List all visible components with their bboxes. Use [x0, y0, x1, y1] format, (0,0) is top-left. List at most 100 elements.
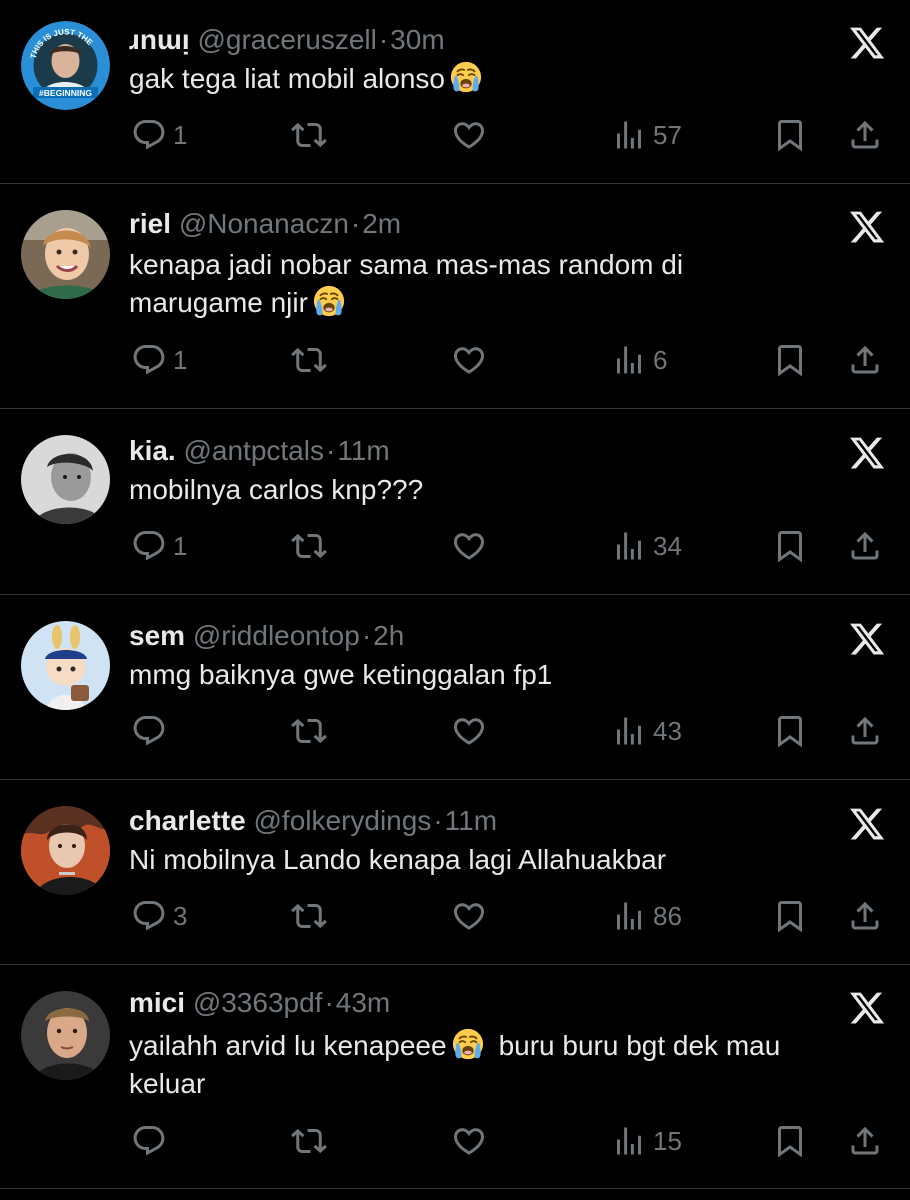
- tweet-header: charlette @folkerydings·11m: [129, 803, 830, 839]
- tweet-text-line-1b: buru buru bgt dek mau: [498, 1030, 781, 1061]
- avatar[interactable]: [21, 806, 110, 895]
- retweet-button[interactable]: [291, 115, 327, 155]
- display-name[interactable]: sem: [129, 620, 185, 651]
- user-handle[interactable]: @graceruszell: [197, 24, 376, 55]
- share-button[interactable]: [847, 115, 883, 155]
- tweet-item[interactable]: charlette @folkerydings·11m Ni mobilnya …: [0, 780, 910, 965]
- share-icon: [847, 342, 883, 378]
- share-icon: [847, 713, 883, 749]
- tweet-header: sem @riddleontop·2h: [129, 618, 830, 654]
- avatar[interactable]: [21, 435, 110, 524]
- user-handle[interactable]: @3363pdf: [193, 987, 323, 1018]
- timestamp[interactable]: 11m: [337, 435, 389, 466]
- user-handle[interactable]: @riddleontop: [193, 620, 360, 651]
- retweet-icon: [291, 898, 327, 934]
- share-button[interactable]: [847, 526, 883, 566]
- bookmark-button[interactable]: [772, 1121, 808, 1161]
- tweet-item[interactable]: riel @Nonanaczn·2m kenapa jadi nobar sam…: [0, 184, 910, 409]
- tweet-text: yailahh arvid lu kenapeee buru buru bgt d…: [129, 1027, 869, 1103]
- tweet-text: mobilnya carlos knp???: [129, 471, 869, 509]
- reply-count: 1: [173, 345, 188, 375]
- share-button[interactable]: [847, 1121, 883, 1161]
- share-button[interactable]: [847, 340, 883, 380]
- reply-button[interactable]: 1: [131, 115, 187, 155]
- views-button[interactable]: 86: [611, 896, 682, 936]
- avatar[interactable]: [21, 621, 110, 710]
- like-button[interactable]: [451, 526, 487, 566]
- like-icon: [451, 117, 487, 153]
- views-button[interactable]: 15: [611, 1121, 682, 1161]
- avatar[interactable]: THIS IS JUST THE #BEGINNING: [21, 21, 110, 110]
- like-button[interactable]: [451, 340, 487, 380]
- tweet-item[interactable]: sem @riddleontop·2h mmg baiknya gwe keti…: [0, 595, 910, 780]
- bookmark-icon: [772, 117, 808, 153]
- reply-count: 1: [173, 120, 188, 150]
- reply-button[interactable]: 3: [131, 896, 187, 936]
- views-button[interactable]: 6: [611, 340, 667, 380]
- x-logo-icon: [848, 434, 886, 472]
- user-handle[interactable]: @antpctals: [183, 435, 324, 466]
- share-icon: [847, 117, 883, 153]
- like-button[interactable]: [451, 1121, 487, 1161]
- timestamp[interactable]: 11m: [445, 805, 497, 836]
- display-name[interactable]: riel: [129, 208, 171, 239]
- reply-button[interactable]: [131, 711, 173, 751]
- bookmark-button[interactable]: [772, 115, 808, 155]
- tweet-item[interactable]: kia. @antpctals·11m mobilnya carlos knp?…: [0, 409, 910, 595]
- bookmark-button[interactable]: [772, 340, 808, 380]
- user-handle[interactable]: @folkerydings: [254, 805, 432, 836]
- avatar[interactable]: [21, 210, 110, 299]
- avatar[interactable]: [21, 991, 110, 1080]
- separator-dot: ·: [350, 208, 361, 239]
- share-button[interactable]: [847, 896, 883, 936]
- display-name[interactable]: ɹnɯᴉ: [129, 24, 190, 55]
- timestamp[interactable]: 30m: [390, 24, 444, 55]
- tweet-text-line-2: marugame njir: [129, 287, 308, 318]
- separator-dot: ·: [325, 435, 336, 466]
- views-icon: [611, 342, 647, 378]
- retweet-icon: [291, 528, 327, 564]
- share-icon: [847, 1123, 883, 1159]
- timestamp[interactable]: 43m: [336, 987, 390, 1018]
- tweet-text: kenapa jadi nobar sama mas-mas random di…: [129, 246, 869, 322]
- views-button[interactable]: 43: [611, 711, 682, 751]
- tweet-item[interactable]: THIS IS JUST THE #BEGINNING ɹnɯᴉ @gracer…: [0, 0, 910, 184]
- display-name[interactable]: charlette: [129, 805, 246, 836]
- like-button[interactable]: [451, 711, 487, 751]
- retweet-button[interactable]: [291, 340, 327, 380]
- tweet-item[interactable]: mici @3363pdf·43m yailahh arvid lu kenap…: [0, 965, 910, 1189]
- separator-dot: ·: [378, 24, 389, 55]
- reply-button[interactable]: 1: [131, 340, 187, 380]
- views-button[interactable]: 57: [611, 115, 682, 155]
- bookmark-button[interactable]: [772, 711, 808, 751]
- view-count: 86: [653, 901, 682, 931]
- user-handle[interactable]: @Nonanaczn: [179, 208, 349, 239]
- reply-button[interactable]: 1: [131, 526, 187, 566]
- views-button[interactable]: 34: [611, 526, 682, 566]
- retweet-button[interactable]: [291, 1121, 327, 1161]
- reply-icon: [131, 1123, 167, 1159]
- share-button[interactable]: [847, 711, 883, 751]
- action-bar: 43: [0, 711, 910, 751]
- retweet-button[interactable]: [291, 526, 327, 566]
- like-button[interactable]: [451, 115, 487, 155]
- action-bar: 1 57: [0, 115, 910, 155]
- retweet-button[interactable]: [291, 711, 327, 751]
- display-name[interactable]: kia.: [129, 435, 176, 466]
- reply-button[interactable]: [131, 1121, 173, 1161]
- like-icon: [451, 898, 487, 934]
- timestamp[interactable]: 2h: [373, 620, 404, 651]
- retweet-button[interactable]: [291, 896, 327, 936]
- timestamp[interactable]: 2m: [362, 208, 401, 239]
- bookmark-icon: [772, 1123, 808, 1159]
- like-icon: [451, 342, 487, 378]
- view-count: 43: [653, 716, 682, 746]
- reply-icon: [131, 528, 167, 564]
- bookmark-button[interactable]: [772, 526, 808, 566]
- like-button[interactable]: [451, 896, 487, 936]
- retweet-icon: [291, 342, 327, 378]
- reply-count: 1: [173, 531, 188, 561]
- bookmark-button[interactable]: [772, 896, 808, 936]
- display-name[interactable]: mici: [129, 987, 185, 1018]
- reply-icon: [131, 117, 167, 153]
